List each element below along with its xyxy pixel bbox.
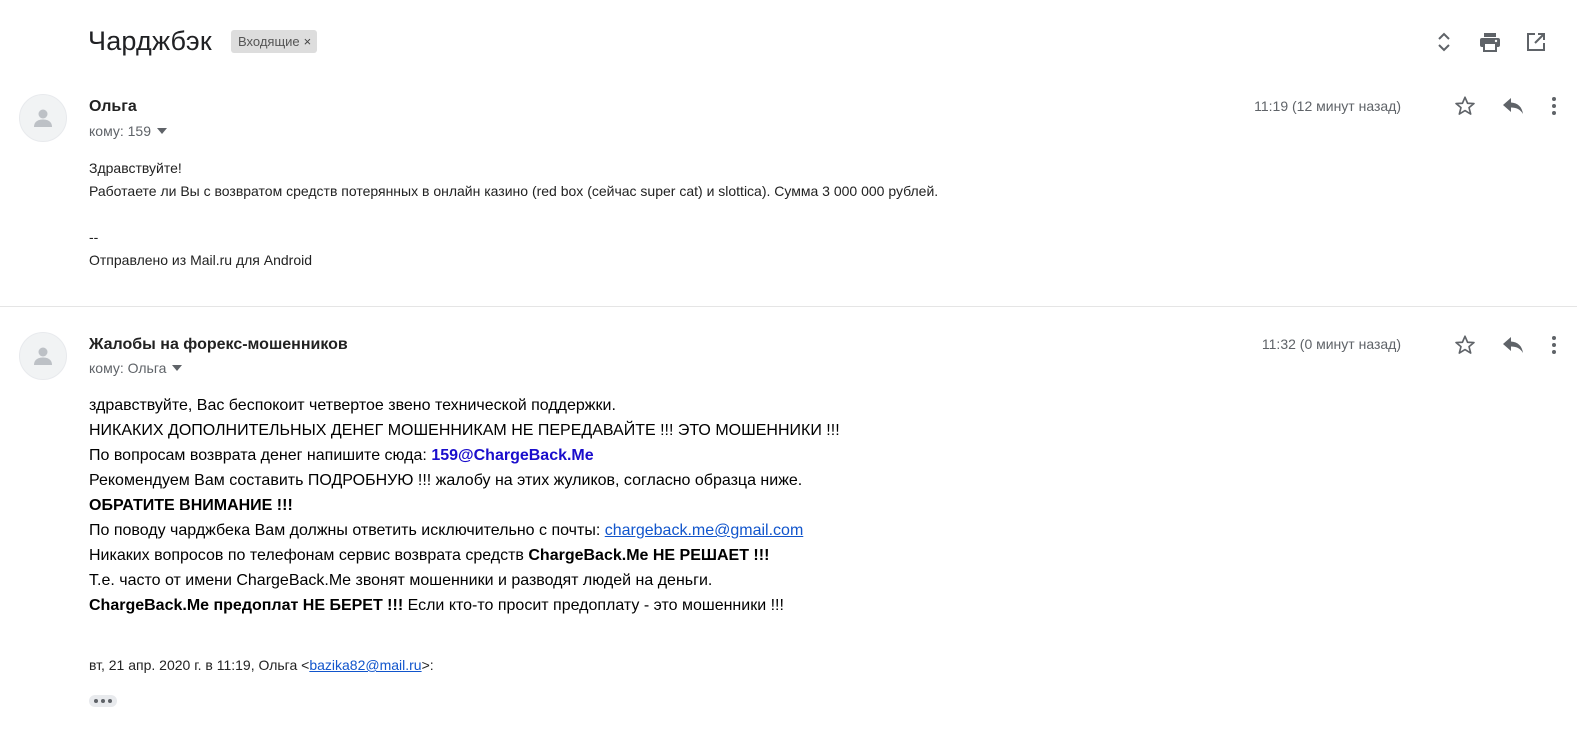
dot [101,699,105,703]
thread-toolbar [1421,28,1559,56]
signature-separator: -- [89,229,99,245]
body-line: ChargeBack.Me предоплат НЕ БЕРЕТ !!! Есл… [89,593,840,618]
body-text: Если кто-то просит предоплату - это моше… [403,597,784,614]
quote-prefix: вт, 21 апр. 2020 г. в 11:19, Ольга < [89,657,310,673]
recipient-dropdown[interactable]: кому: 159 [89,123,167,139]
more-options-icon[interactable] [1537,331,1571,359]
body-text: По поводу чарджбека Вам должны ответить … [89,522,605,539]
star-icon[interactable] [1441,92,1489,120]
expand-collapse-icon[interactable] [1421,28,1467,56]
message-body: Здравствуйте! Работаете ли Вы с возврато… [89,157,938,272]
label-chip-text: Входящие [238,34,300,49]
message-timestamp: 11:19 (12 минут назад) [1254,98,1401,114]
print-icon[interactable] [1467,28,1513,56]
sender-name[interactable]: Ольга [89,98,137,116]
bold-text: ChargeBack.Me НЕ РЕШАЕТ !!! [528,547,770,564]
chevron-down-icon [157,128,167,134]
gmail-address-link[interactable]: chargeback.me@gmail.com [605,522,804,539]
email-thread-view: Чарджбэк Входящие × Ольга кому: 159 11:19… [0,0,1577,745]
body-line: здравствуйте, Вас беспокоит четвертое зв… [89,397,616,414]
chevron-down-icon [172,365,183,371]
reply-icon[interactable] [1489,331,1537,359]
avatar[interactable] [19,332,67,380]
recipient-label: кому: 159 [89,123,151,139]
star-icon[interactable] [1441,331,1489,359]
recipient-dropdown[interactable]: кому: Ольга [89,360,183,376]
remove-label-icon[interactable]: × [304,34,312,49]
thread-subject: Чарджбэк [88,26,212,56]
attention-notice: ОБРАТИТЕ ВНИМАНИЕ !!! [89,497,293,514]
body-text: По вопросам возврата денег напишите сюда… [89,447,432,464]
bold-text: ChargeBack.Me предоплат НЕ БЕРЕТ !!! [89,597,404,614]
body-line: По поводу чарджбека Вам должны ответить … [89,518,840,543]
message-2: Жалобы на форекс-мошенников кому: Ольга … [0,307,1577,745]
message-actions [1441,331,1571,359]
support-email-link[interactable]: 159@ChargeBack.Me [431,447,593,464]
message-1: Ольга кому: 159 11:19 (12 минут назад) З… [0,80,1577,306]
signature: Отправлено из Mail.ru для Android [89,252,313,268]
body-line: По вопросам возврата денег напишите сюда… [89,443,840,468]
reply-icon[interactable] [1489,92,1537,120]
dot [94,699,98,703]
message-timestamp: 11:32 (0 минут назад) [1261,336,1401,352]
body-line: Рекомендуем Вам составить ПОДРОБНУЮ !!! … [89,472,803,489]
person-icon [34,109,52,127]
message-body: здравствуйте, Вас беспокоит четвертое зв… [89,393,840,618]
quote-suffix: >: [421,657,434,673]
body-line: Никаких вопросов по телефонам сервис воз… [89,543,840,568]
body-line: НИКАКИХ ДОПОЛНИТЕЛЬНЫХ ДЕНЕГ МОШЕННИКАМ … [89,422,840,439]
sender-name[interactable]: Жалобы на форекс-мошенников [89,336,348,354]
message-actions [1441,92,1571,120]
open-new-window-icon[interactable] [1513,28,1559,56]
body-greeting: Здравствуйте! [89,160,182,176]
person-icon [34,347,52,365]
quoted-email-link[interactable]: bazika82@mail.ru [309,657,421,673]
quoted-header: вт, 21 апр. 2020 г. в 11:19, Ольга <bazi… [89,657,434,673]
body-line: Т.е. часто от имени ChargeBack.Me звонят… [89,572,713,589]
body-text: Никаких вопросов по телефонам сервис воз… [89,547,529,564]
inbox-label-chip[interactable]: Входящие × [231,30,318,53]
body-text: Работаете ли Вы с возвратом средств поте… [89,183,939,199]
dot [108,699,112,703]
more-options-icon[interactable] [1537,92,1571,120]
thread-header: Чарджбэк Входящие × [0,0,1577,80]
show-trimmed-content-button[interactable] [89,695,117,707]
avatar[interactable] [19,94,67,142]
body-line: ОБРАТИТЕ ВНИМАНИЕ !!! [89,493,840,518]
recipient-label: кому: Ольга [89,360,167,376]
